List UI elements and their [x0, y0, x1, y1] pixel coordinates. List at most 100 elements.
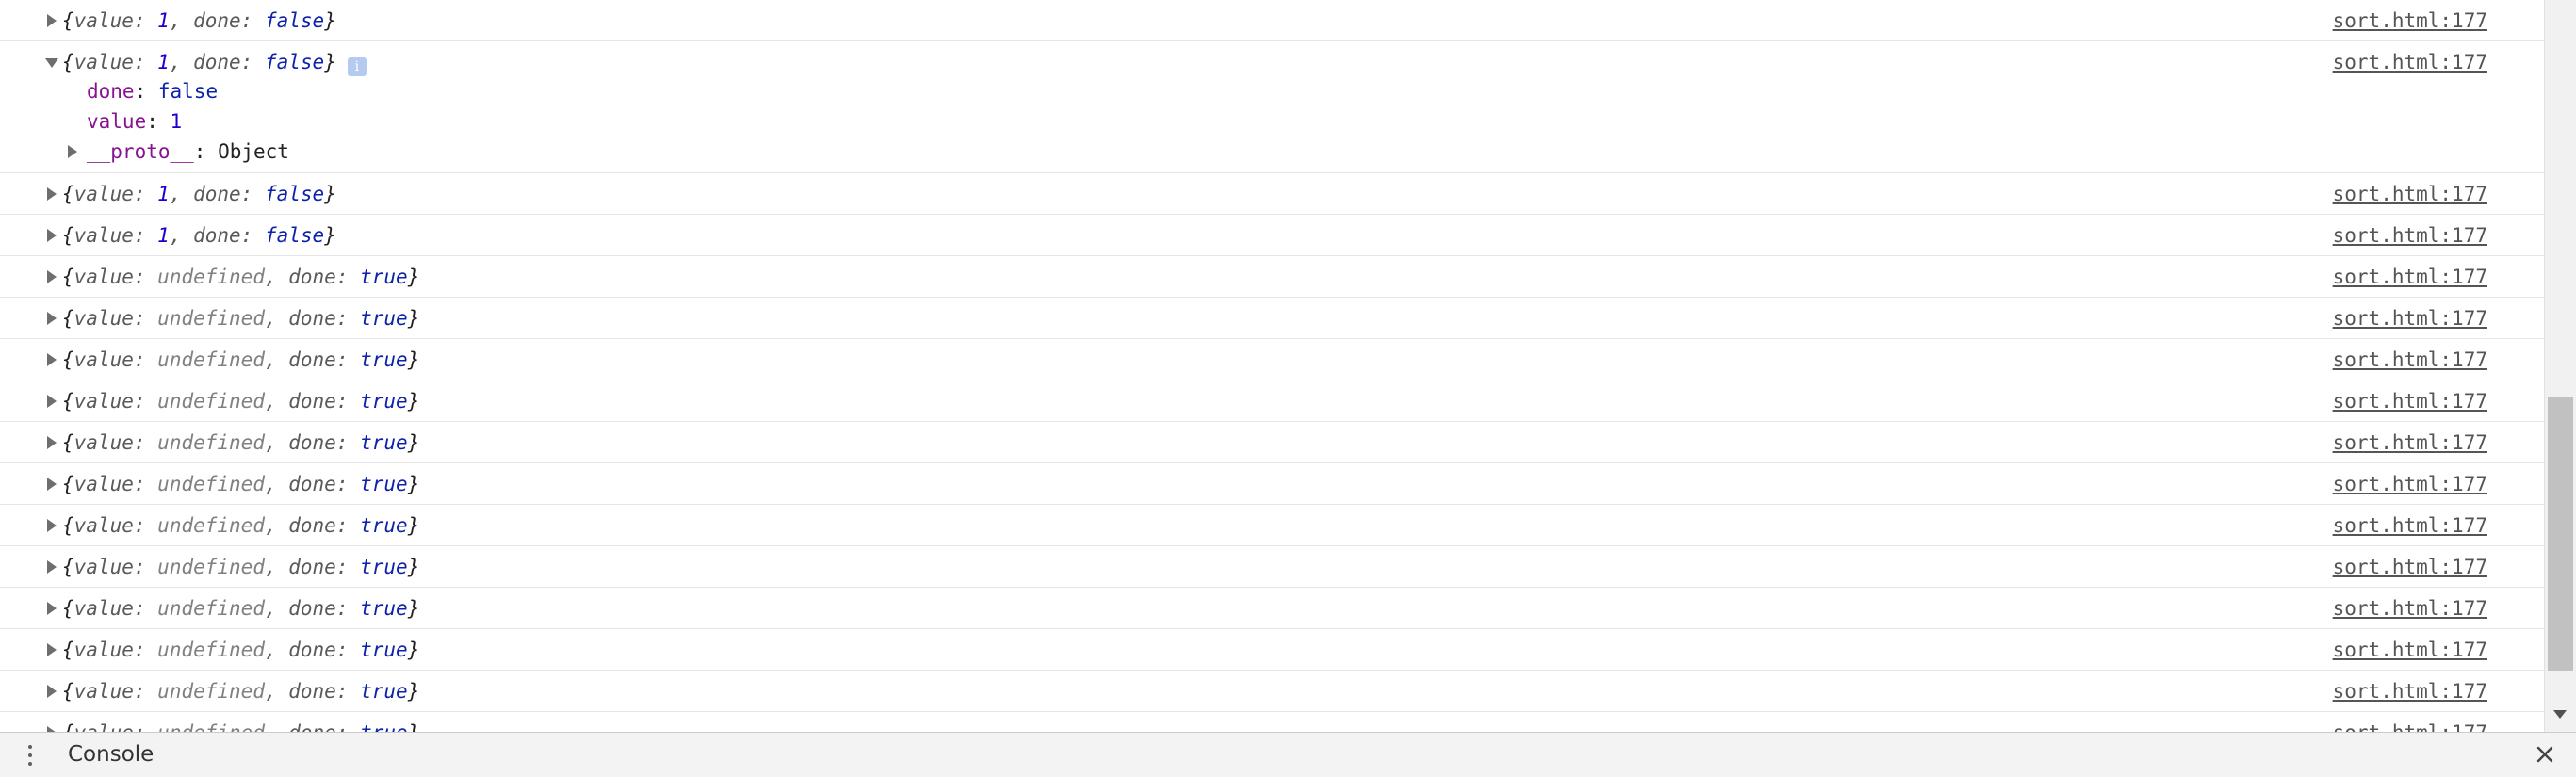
- triangle-right-icon[interactable]: [45, 712, 58, 732]
- object-property: value: 1: [87, 110, 183, 133]
- preview-value: undefined: [157, 556, 265, 578]
- preview-done: false: [264, 51, 325, 73]
- console-message-row[interactable]: {value: undefined, done: true} sort.html:…: [0, 546, 2544, 588]
- console-message-row[interactable]: {value: 1, done: false} sort.html:177: [0, 0, 2544, 41]
- console-message-row[interactable]: {value: undefined, done: true} sort.html:…: [0, 298, 2544, 339]
- object-preview[interactable]: {value: undefined, done: true}: [62, 671, 419, 712]
- object-preview[interactable]: {value: undefined, done: true}: [62, 712, 419, 732]
- object-preview[interactable]: {value: 1, done: false}: [62, 215, 336, 256]
- triangle-right-icon[interactable]: [45, 671, 58, 712]
- property-key: done: [87, 80, 135, 103]
- object-property: done: false: [87, 80, 219, 103]
- preview-value: undefined: [157, 721, 265, 732]
- triangle-right-icon[interactable]: [45, 339, 58, 380]
- triangle-right-icon[interactable]: [45, 505, 58, 546]
- console-scrollbar[interactable]: [2544, 0, 2576, 732]
- object-preview[interactable]: {value: undefined, done: true}: [62, 380, 419, 422]
- source-link[interactable]: sort.html:177: [2333, 629, 2487, 671]
- preview-value: undefined: [157, 680, 265, 703]
- triangle-down-icon[interactable]: [45, 41, 58, 83]
- preview-done: true: [360, 307, 408, 330]
- console-message-row[interactable]: {value: undefined, done: true} sort.html:…: [0, 339, 2544, 380]
- preview-done: true: [360, 266, 408, 288]
- preview-value: undefined: [157, 348, 265, 371]
- preview-value: undefined: [157, 390, 265, 413]
- console-message-row[interactable]: {value: undefined, done: true} sort.html:…: [0, 463, 2544, 505]
- triangle-right-icon[interactable]: [45, 629, 58, 671]
- triangle-right-icon[interactable]: [45, 546, 58, 588]
- console-messages[interactable]: {value: 1, done: false} sort.html:177 {val…: [0, 0, 2544, 732]
- object-preview[interactable]: {value: undefined, done: true}: [62, 339, 419, 380]
- source-link[interactable]: sort.html:177: [2333, 422, 2487, 463]
- source-link[interactable]: sort.html:177: [2333, 588, 2487, 629]
- preview-value: 1: [157, 9, 170, 32]
- property-key: value: [87, 110, 147, 133]
- source-link[interactable]: sort.html:177: [2333, 671, 2487, 712]
- preview-value: 1: [157, 51, 170, 73]
- preview-done: true: [360, 348, 408, 371]
- source-link[interactable]: sort.html:177: [2333, 298, 2487, 339]
- triangle-right-icon[interactable]: [45, 298, 58, 339]
- object-preview[interactable]: {value: 1, done: false}: [62, 173, 336, 215]
- object-preview[interactable]: {value: undefined, done: true}: [62, 505, 419, 546]
- object-preview[interactable]: {value: undefined, done: true}: [62, 463, 419, 505]
- close-icon[interactable]: [2533, 742, 2557, 767]
- preview-value: undefined: [157, 473, 265, 495]
- info-icon[interactable]: i: [347, 57, 367, 76]
- console-message-row[interactable]: {value: 1, done: false} sort.html:177: [0, 215, 2544, 256]
- console-message-row[interactable]: {value: undefined, done: true} sort.html:…: [0, 422, 2544, 463]
- source-link[interactable]: sort.html:177: [2333, 505, 2487, 546]
- preview-value: undefined: [157, 514, 265, 537]
- triangle-right-icon[interactable]: [45, 256, 58, 298]
- source-link[interactable]: sort.html:177: [2333, 215, 2487, 256]
- property-value: 1: [170, 110, 183, 133]
- object-preview[interactable]: {value: undefined, done: true}: [62, 298, 419, 339]
- more-vertical-icon[interactable]: [21, 742, 40, 769]
- preview-done: true: [360, 639, 408, 661]
- source-link[interactable]: sort.html:177: [2333, 339, 2487, 380]
- console-message-row[interactable]: {value: undefined, done: true} sort.html:…: [0, 505, 2544, 546]
- drawer-bar: Console: [0, 732, 2576, 777]
- preview-done: true: [360, 390, 408, 413]
- preview-done: true: [360, 431, 408, 454]
- source-link[interactable]: sort.html:177: [2333, 256, 2487, 298]
- arrow-down-icon[interactable]: [2553, 710, 2567, 719]
- triangle-right-icon[interactable]: [45, 380, 58, 422]
- source-link[interactable]: sort.html:177: [2333, 0, 2487, 41]
- source-link[interactable]: sort.html:177: [2333, 380, 2487, 422]
- console-message-row[interactable]: {value: undefined, done: true} sort.html:…: [0, 588, 2544, 629]
- object-preview[interactable]: {value: 1, done: false}: [62, 0, 336, 41]
- preview-done: true: [360, 473, 408, 495]
- console-message-row[interactable]: {value: 1, done: false} sort.html:177: [0, 173, 2544, 215]
- source-link[interactable]: sort.html:177: [2333, 173, 2487, 215]
- object-preview[interactable]: {value: undefined, done: true}: [62, 422, 419, 463]
- object-preview[interactable]: {value: undefined, done: true}: [62, 546, 419, 588]
- object-property[interactable]: __proto__: Object: [87, 137, 289, 167]
- console-message-row[interactable]: {value: undefined, done: true} sort.html:…: [0, 256, 2544, 298]
- console-message-row[interactable]: {value: undefined, done: true} sort.html:…: [0, 671, 2544, 712]
- triangle-right-icon[interactable]: [45, 463, 58, 505]
- object-preview[interactable]: {value: undefined, done: true}: [62, 629, 419, 671]
- triangle-right-icon[interactable]: [45, 173, 58, 215]
- console-message-row[interactable]: {value: undefined, done: true} sort.html:…: [0, 629, 2544, 671]
- object-preview[interactable]: {value: undefined, done: true}: [62, 256, 419, 298]
- triangle-right-icon[interactable]: [45, 215, 58, 256]
- preview-done: true: [360, 556, 408, 578]
- source-link[interactable]: sort.html:177: [2333, 41, 2487, 83]
- preview-value: undefined: [157, 639, 265, 661]
- triangle-right-icon[interactable]: [45, 0, 58, 41]
- source-link[interactable]: sort.html:177: [2333, 712, 2487, 732]
- triangle-right-icon[interactable]: [45, 588, 58, 629]
- triangle-right-icon[interactable]: [45, 422, 58, 463]
- console-message-row[interactable]: {value: undefined, done: true} sort.html:…: [0, 712, 2544, 732]
- source-link[interactable]: sort.html:177: [2333, 546, 2487, 588]
- console-message-row[interactable]: {value: 1, done: false} i sort.html:177 don…: [0, 41, 2544, 173]
- source-link[interactable]: sort.html:177: [2333, 463, 2487, 505]
- scrollbar-thumb[interactable]: [2548, 397, 2573, 671]
- triangle-right-icon[interactable]: [66, 137, 79, 167]
- drawer-tab-console[interactable]: Console: [68, 733, 154, 777]
- object-preview[interactable]: {value: undefined, done: true}: [62, 588, 419, 629]
- preview-value: 1: [157, 224, 170, 247]
- console-message-row[interactable]: {value: undefined, done: true} sort.html:…: [0, 380, 2544, 422]
- preview-done: true: [360, 514, 408, 537]
